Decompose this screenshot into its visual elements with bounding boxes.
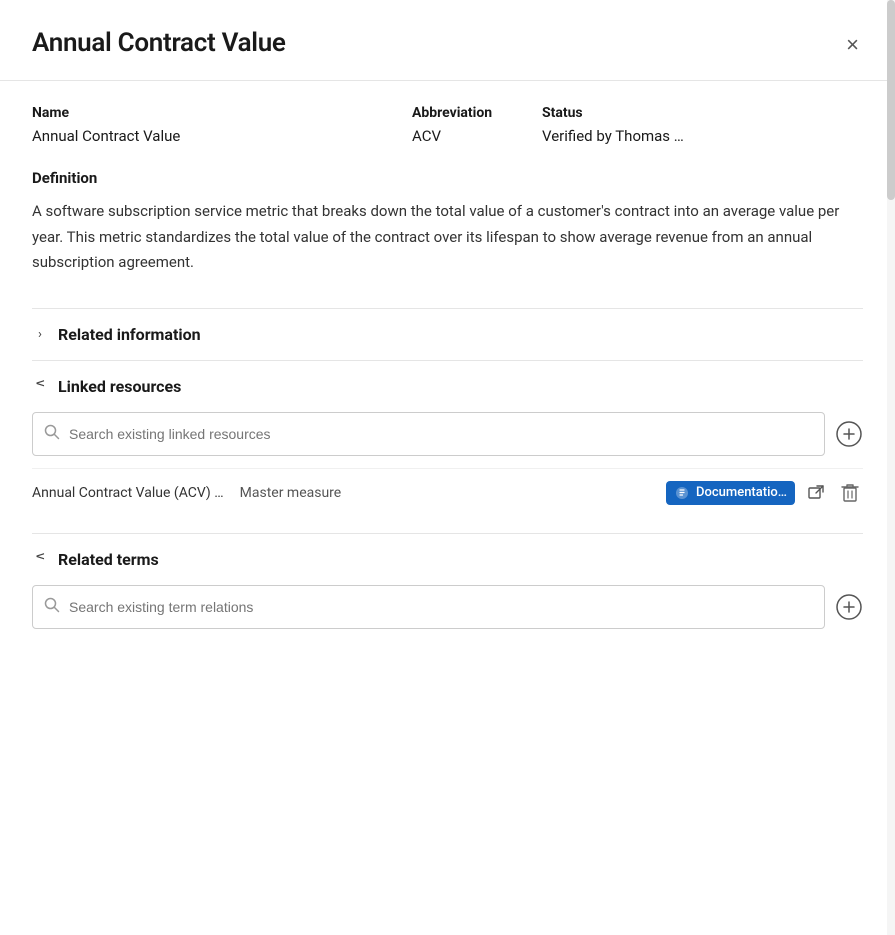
doc-badge-label: Documentatio… [696,485,787,500]
linked-resources-title: Linked resources [58,377,181,396]
linked-resources-chevron-icon: ∨ [33,378,48,394]
related-terms-title: Related terms [58,550,159,569]
abbreviation-field-group: Abbreviation ACV [412,105,542,145]
related-terms-header[interactable]: ∨ Related terms [32,550,863,569]
close-button[interactable]: × [842,30,863,60]
definition-text: A software subscription service metric t… [32,199,863,276]
related-terms-search-wrapper [32,585,825,629]
fields-row: Name Annual Contract Value Abbreviation … [32,105,863,145]
linked-resources-add-button[interactable] [835,420,863,448]
panel-header: Annual Contract Value × [0,0,895,81]
abbreviation-label: Abbreviation [412,105,542,121]
related-information-header[interactable]: › Related information [32,325,863,344]
delete-resource-button[interactable] [837,479,863,507]
related-information-chevron-icon: › [32,327,48,342]
linked-resources-search-wrapper [32,412,825,456]
name-field-group: Name Annual Contract Value [32,105,412,145]
doc-badge-icon [674,485,690,501]
related-information-section: › Related information [32,308,863,360]
linked-resources-header[interactable]: ∨ Linked resources [32,377,863,396]
status-field-group: Status Verified by Thomas … [542,105,863,145]
definition-section: Definition A software subscription servi… [32,169,863,276]
scrollbar-thumb[interactable] [887,0,895,200]
related-terms-search-input[interactable] [32,585,825,629]
related-terms-add-button[interactable] [835,593,863,621]
open-new-tab-button[interactable] [803,480,829,506]
related-terms-section: ∨ Related terms [32,533,863,657]
scrollbar-track[interactable] [887,0,895,935]
resource-type: Master measure [240,485,342,501]
resource-actions: Documentatio… [666,479,863,507]
related-terms-content [32,569,863,629]
doc-badge: Documentatio… [666,481,795,505]
related-information-title: Related information [58,325,201,344]
definition-label: Definition [32,169,863,187]
status-value: Verified by Thomas … [542,127,863,145]
linked-resources-content: Annual Contract Value (ACV) … Master mea… [32,396,863,517]
linked-resources-search-row [32,412,863,456]
linked-resources-section: ∨ Linked resources [32,360,863,533]
linked-resources-search-input[interactable] [32,412,825,456]
linked-resource-row: Annual Contract Value (ACV) … Master mea… [32,468,863,517]
detail-panel: Annual Contract Value × Name Annual Cont… [0,0,895,935]
panel-body: Name Annual Contract Value Abbreviation … [0,81,895,689]
name-label: Name [32,105,412,121]
abbreviation-value: ACV [412,127,542,145]
name-value: Annual Contract Value [32,127,412,145]
resource-name: Annual Contract Value (ACV) … [32,485,224,501]
status-label: Status [542,105,863,121]
panel-title: Annual Contract Value [32,28,286,58]
related-terms-chevron-icon: ∨ [33,551,48,567]
related-terms-search-row [32,585,863,629]
resource-info: Annual Contract Value (ACV) … Master mea… [32,485,658,501]
